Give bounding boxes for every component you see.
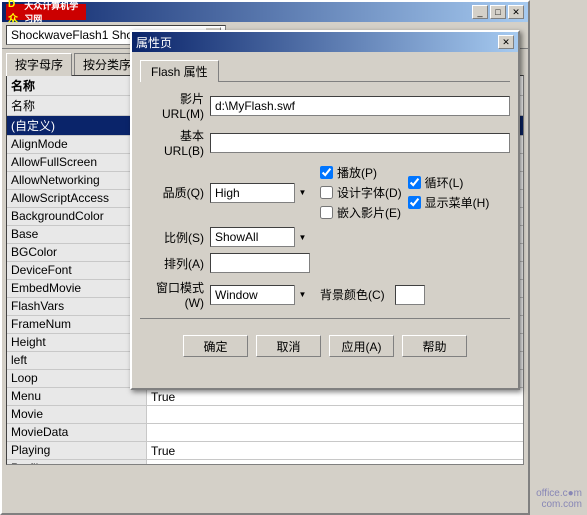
prop-name-cell: BGColor [7,244,147,261]
design-font-label: 设计字体(D) [337,184,402,201]
movie-url-row: 影片 URL(M) [140,90,510,121]
align-input[interactable] [210,253,310,273]
prop-value-cell: False [147,460,523,465]
prop-name-cell: (自定义) [7,116,147,135]
base-url-row: 基本 URL(B) [140,127,510,158]
title-bar-left: D众 大众计算机学习网 [6,4,86,20]
cancel-button[interactable]: 取消 [256,335,321,357]
dialog-title-buttons: ✕ [498,35,514,49]
prop-name-cell: AlignMode [7,136,147,153]
prop-name-cell: DeviceFont [7,262,147,279]
align-row: 排列(A) [140,253,510,273]
dialog-body: Flash 属性 影片 URL(M) 基本 URL(B) 品质(Q) High … [132,52,518,365]
help-button[interactable]: 帮助 [402,335,467,357]
design-font-checkbox[interactable] [320,186,333,199]
embed-movie-checkbox-row: 嵌入影片(E) [320,204,402,221]
prop-name-cell: FrameNum [7,316,147,333]
table-row[interactable]: MenuTrue [7,388,523,406]
scale-label: 比例(S) [140,229,210,246]
bg-color-swatch[interactable] [395,285,425,305]
dialog-buttons: 确定 取消 应用(A) 帮助 [140,335,510,357]
prop-name-cell: Menu [7,388,147,405]
prop-name-cell: BackgroundColor [7,208,147,225]
minimize-button[interactable]: _ [472,5,488,19]
prop-name-cell: Movie [7,406,147,423]
dialog-tab-flash[interactable]: Flash 属性 [140,60,219,82]
prop-name-cell: AllowScriptAccess [7,190,147,207]
scale-row: 比例(S) ShowAll NoBorder ExactFit ▼ [140,227,510,247]
prop-name-cell: Height [7,334,147,351]
prop-value-cell [147,406,523,423]
dialog-close-button[interactable]: ✕ [498,35,514,49]
movie-url-label: 影片 URL(M) [140,90,210,121]
prop-value-cell: True [147,388,523,405]
base-url-label: 基本 URL(B) [140,127,210,158]
ok-button[interactable]: 确定 [183,335,248,357]
prop-name-cell: Base [7,226,147,243]
title-bar: D众 大众计算机学习网 _ □ ✕ [2,2,528,22]
bg-color-label: 背景颜色(C) [320,286,391,303]
quality-select[interactable]: High Low Medium Best [210,183,310,203]
design-font-checkbox-row: 设计字体(D) [320,184,402,201]
quality-select-wrapper: High Low Medium Best ▼ [210,183,310,203]
play-checkbox-row: 播放(P) [320,164,402,181]
loop-label: 循环(L) [425,174,464,191]
embed-movie-label: 嵌入影片(E) [337,204,401,221]
table-row[interactable]: ProfileFalse [7,460,523,465]
app-logo: D众 大众计算机学习网 [6,4,86,20]
movie-url-input[interactable] [210,96,510,116]
scale-select[interactable]: ShowAll NoBorder ExactFit [210,227,310,247]
loop-checkbox-row: 循环(L) [408,174,490,191]
prop-name-cell: Playing [7,442,147,459]
scale-select-wrapper: ShowAll NoBorder ExactFit ▼ [210,227,310,247]
table-row[interactable]: Movie [7,406,523,424]
dialog-tabs: Flash 属性 [140,60,510,82]
window-mode-row: 窗口模式(W) Window Opaque Windowless Transpa… [140,279,510,310]
prop-name-cell: AllowFullScreen [7,154,147,171]
watermark-line1: office.c●m [536,488,582,499]
apply-button[interactable]: 应用(A) [329,335,394,357]
prop-header-name: 名称 [7,76,147,95]
prop-value-cell [147,424,523,441]
show-menu-checkbox[interactable] [408,196,421,209]
title-bar-buttons: _ □ ✕ [472,5,524,19]
prop-name-cell: Loop [7,370,147,387]
watermark-line2: com.com [536,499,582,510]
prop-name-cell: Profile [7,460,147,465]
prop-name-cell: AllowNetworking [7,172,147,189]
loop-checkbox[interactable] [408,176,421,189]
table-row[interactable]: MovieData [7,424,523,442]
window-mode-select[interactable]: Window Opaque Windowless Transparent Win… [210,285,310,305]
window-mode-label: 窗口模式(W) [140,279,210,310]
prop-name-cell: left [7,352,147,369]
play-checkbox[interactable] [320,166,333,179]
show-menu-checkbox-row: 显示菜单(H) [408,194,490,211]
right-checkboxes-col2: 循环(L) 显示菜单(H) [408,174,490,211]
quality-row: 品质(Q) High Low Medium Best ▼ 播放(P) 设计字体(… [140,164,510,221]
separator [140,318,510,319]
watermark: office.c●m com.com [536,488,582,510]
show-menu-label: 显示菜单(H) [425,194,490,211]
align-label: 排列(A) [140,255,210,272]
prop-name-cell: MovieData [7,424,147,441]
tab-alphabetical[interactable]: 按字母序 [6,53,72,76]
window-mode-select-wrapper: Window Opaque Windowless Transparent Win… [210,285,310,305]
prop-name-cell: FlashVars [7,298,147,315]
prop-name-cell: EmbedMovie [7,280,147,297]
base-url-input[interactable] [210,133,510,153]
close-button[interactable]: ✕ [508,5,524,19]
properties-dialog: 属性页 ✕ Flash 属性 影片 URL(M) 基本 URL(B) 品质(Q) [130,30,520,390]
right-checkboxes-col1: 播放(P) 设计字体(D) 嵌入影片(E) [320,164,402,221]
table-row[interactable]: PlayingTrue [7,442,523,460]
dialog-title-bar: 属性页 ✕ [132,32,518,52]
maximize-button[interactable]: □ [490,5,506,19]
prop-value-cell: True [147,442,523,459]
play-label: 播放(P) [337,164,377,181]
prop-name-cell: 名称 [7,96,147,115]
quality-label: 品质(Q) [140,184,210,201]
embed-movie-checkbox[interactable] [320,206,333,219]
